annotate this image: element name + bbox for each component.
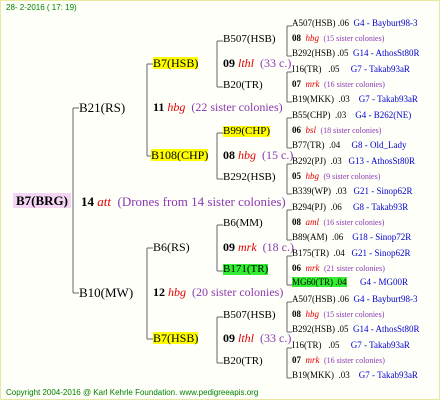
l3-node-1: B20(TR) — [223, 79, 263, 91]
l3-drone-7: 07 mrk (16 sister colonies) — [292, 355, 385, 365]
l2-node-2: B6(RS) — [153, 240, 190, 254]
l3-drone-2: 06 bsl (18 sister colonies) — [292, 125, 382, 135]
l3-node-3: B292(HSB) — [223, 171, 276, 183]
date-stamp: 28- 2-2016 ( 17: 19) — [6, 3, 77, 12]
l1-node-0: B21(RS) — [79, 100, 126, 115]
l4-row-7: B339(WP) .03 G21 - Sinop62R — [292, 186, 413, 196]
l2-node-1: B108(CHP) — [151, 148, 209, 162]
l4-row-9: B89(AM) .06 G18 - Sinop72R — [292, 232, 412, 242]
l3-node-6: B507(HSB) — [223, 309, 276, 321]
l3-node-5: B171(TR) — [223, 263, 269, 275]
l4-row-3: B19(MKK) .03 G7 - Takab93aR — [292, 94, 418, 104]
l4-row-2: I16(TR) .05 G7 - Takab93aR — [292, 64, 410, 74]
l2-drone-1: 08 hbg (15 c.) — [223, 148, 294, 162]
l2-node-0: B7(HSB) — [153, 56, 199, 70]
root-drone-origin: att — [97, 194, 111, 209]
l2-drone-3: 09 lthl (33 c.) — [223, 331, 292, 345]
l1-drone-1: 12 hbg (20 sister colonies) — [153, 285, 284, 299]
l3-drone-6: 08 hbg (15 sister colonies) — [292, 309, 385, 319]
l4-row-0: A507(HSB) .06 G4 - Bayburt98-3 — [292, 18, 418, 28]
l3-drone-4: 08 aml (16 sister colonies) — [292, 217, 385, 227]
l3-drone-0: 08 hbg (15 sister colonies) — [292, 33, 385, 43]
pedigree-diagram: 28- 2-2016 ( 17: 19) B7(BRG) 14 att (Dro… — [0, 0, 440, 400]
root-drone-note: (Drones from 14 sister colonies) — [117, 194, 286, 209]
l4-row-11: MG60(TR) .04 G4 - MG00R — [292, 277, 409, 287]
l3-drone-1: 07 mrk (16 sister colonies) — [292, 79, 385, 89]
l3-node-4: B6(MM) — [223, 217, 263, 229]
l4-row-15: B19(MKK) .03 G7 - Takab93aR — [292, 370, 418, 380]
l1-drone-0: 11 hbg (22 sister colonies) — [153, 100, 283, 114]
copyright-footer: Copyright 2004-2016 @ Karl Kehrle Founda… — [6, 388, 259, 397]
l3-node-0: B507(HSB) — [223, 33, 276, 45]
root-drone-count: 14 — [81, 194, 94, 209]
l4-row-5: B77(TR) .04 G8 - Old_Lady — [292, 140, 407, 150]
root-drone-info: 14 att (Drones from 14 sister colonies) — [81, 195, 286, 208]
l3-drone-5: 06 mrk (21 sister colonies) — [292, 263, 385, 273]
l4-row-8: B294(PJ) .06 G8 - Takab93R — [292, 202, 409, 212]
l3-node-7: B20(TR) — [223, 355, 263, 367]
l3-node-2: B99(CHP) — [223, 125, 271, 137]
l1-node-1: B10(MW) — [79, 285, 134, 300]
root-queen: B7(BRG) — [13, 193, 71, 208]
l4-row-13: B292(HSB) .05 G14 - AthosSt80R — [292, 324, 420, 334]
l2-drone-0: 09 lthl (33 c.) — [223, 56, 292, 70]
l4-row-10: B175(TR) .04 G21 - Sinop62R — [292, 248, 411, 258]
l4-row-4: B55(CHP) .03 G4 - B262(NE) — [292, 110, 412, 120]
l4-row-14: I16(TR) .05 G7 - Takab93aR — [292, 340, 410, 350]
l3-drone-3: 05 hbg (9 sister colonies) — [292, 171, 381, 181]
l4-row-6: B292(PJ) .03 G13 - AthosSt80R — [292, 156, 416, 166]
l4-row-12: A507(HSB) .06 G4 - Bayburt98-3 — [292, 294, 418, 304]
l4-row-1: B292(HSB) .05 G14 - AthosSt80R — [292, 48, 420, 58]
l2-node-3: B7(HSB) — [153, 331, 199, 345]
l2-drone-2: 09 mrk (18 c.) — [223, 240, 294, 254]
